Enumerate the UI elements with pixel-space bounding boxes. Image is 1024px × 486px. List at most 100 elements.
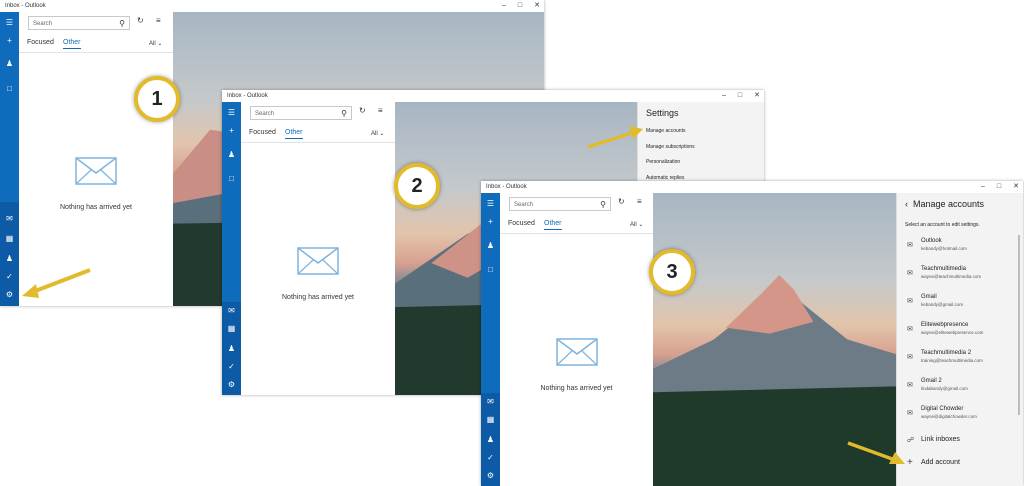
tab-other[interactable]: Other [285, 129, 303, 139]
search-icon[interactable]: ⚲ [119, 17, 125, 31]
account-item[interactable]: ✉ Teachmultimedia 2 training@teachmultimed… [907, 350, 1007, 374]
new-mail-icon[interactable]: + [222, 126, 241, 135]
manage-accounts-header: ‹ Manage accounts [905, 199, 984, 209]
account-name: Elitewebpresence [921, 322, 969, 328]
gear-icon[interactable]: ⚙ [222, 380, 241, 389]
tab-other[interactable]: Other [63, 39, 81, 49]
close-button[interactable]: ✕ [754, 90, 760, 102]
divider [500, 233, 653, 234]
account-email: wayne@elitewebpresence.com [921, 330, 984, 335]
link-inboxes-button[interactable]: ☍ Link inboxes [907, 436, 1007, 460]
rail-lower: ✉ ▦ ♟ ✓ ⚙ [481, 393, 500, 486]
rail-lower: ✉ ▦ ♟ ✓ ⚙ [222, 302, 241, 395]
mail-icon: ✉ [907, 270, 913, 277]
accounts-icon[interactable]: ♟ [222, 150, 241, 159]
settings-item-manage-subscriptions[interactable]: Manage subscriptions [646, 144, 695, 150]
mail-icon[interactable]: ✉ [481, 397, 500, 406]
account-name: Gmail [921, 294, 937, 300]
minimize-button[interactable]: – [981, 181, 985, 193]
settings-item-personalization[interactable]: Personalization [646, 159, 680, 165]
filter-icon[interactable]: ≡ [378, 106, 383, 115]
minimize-button[interactable]: – [502, 0, 506, 12]
todo-icon[interactable]: ✓ [481, 453, 500, 462]
mail-icon[interactable]: ✉ [0, 214, 19, 223]
hamburger-icon[interactable]: ☰ [222, 108, 241, 117]
account-item[interactable]: ✉ Gmail 2 lindabandy@gmail.com [907, 378, 1007, 402]
people-icon[interactable]: ♟ [481, 435, 500, 444]
mail-icon: ✉ [907, 326, 913, 333]
search-input[interactable]: Search ⚲ [509, 197, 611, 211]
mail-icon: ✉ [907, 382, 913, 389]
search-placeholder: Search [514, 202, 534, 208]
search-icon[interactable]: ⚲ [341, 107, 347, 121]
tab-focused[interactable]: Focused [508, 220, 535, 227]
account-item[interactable]: ✉ Teachmultimedia wayne@teachmultimedia.co… [907, 266, 1007, 290]
title-bar: Inbox - Outlook [5, 3, 46, 9]
maximize-button[interactable]: □ [738, 90, 742, 102]
rail-lower: ✉ ▦ ♟ ✓ ⚙ [0, 202, 19, 306]
gear-icon[interactable]: ⚙ [0, 290, 19, 299]
title-bar: Inbox - Outlook [227, 93, 268, 99]
settings-item-manage-accounts[interactable]: Manage accounts [646, 128, 685, 134]
all-filter-dropdown[interactable]: All ⌄ [630, 221, 643, 228]
add-account-button[interactable]: + Add account [907, 457, 1007, 483]
filter-icon[interactable]: ≡ [637, 197, 642, 206]
people-icon[interactable]: ♟ [222, 344, 241, 353]
tab-focused[interactable]: Focused [249, 129, 276, 136]
close-button[interactable]: ✕ [534, 0, 540, 12]
account-item[interactable]: ✉ Outlook kebandy@hotmail.com [907, 238, 1007, 262]
folders-icon[interactable]: □ [481, 265, 500, 274]
empty-state-text: Nothing has arrived yet [60, 204, 132, 211]
accounts-icon[interactable]: ♟ [0, 59, 19, 68]
maximize-button[interactable]: □ [997, 181, 1001, 193]
folders-icon[interactable]: □ [222, 174, 241, 183]
minimize-button[interactable]: – [722, 90, 726, 102]
folders-icon[interactable]: □ [0, 84, 19, 93]
scrollbar[interactable] [1018, 235, 1020, 415]
sync-icon[interactable]: ↻ [137, 16, 144, 25]
back-chevron-icon[interactable]: ‹ [905, 199, 908, 209]
sync-icon[interactable]: ↻ [618, 197, 625, 206]
account-item[interactable]: ✉ Elitewebpresence wayne@elitewebpresence.… [907, 322, 1007, 346]
todo-icon[interactable]: ✓ [0, 272, 19, 281]
hamburger-icon[interactable]: ☰ [481, 199, 500, 208]
tab-other[interactable]: Other [544, 220, 562, 230]
search-placeholder: Search [255, 111, 275, 117]
step-badge-3: 3 [649, 249, 695, 295]
all-filter-label: All [149, 41, 156, 47]
divider [241, 142, 395, 143]
maximize-button[interactable]: □ [518, 0, 522, 12]
calendar-icon[interactable]: ▦ [0, 234, 19, 243]
account-item[interactable]: ✉ Digital Chowder wayne@digitalchowder.com [907, 406, 1007, 430]
tab-focused[interactable]: Focused [27, 39, 54, 46]
mail-icon: ✉ [907, 242, 913, 249]
search-input[interactable]: Search ⚲ [28, 16, 130, 30]
search-input[interactable]: Search ⚲ [250, 106, 352, 120]
all-filter-dropdown[interactable]: All ⌄ [149, 40, 162, 47]
account-name: Outlook [921, 238, 942, 244]
new-mail-icon[interactable]: + [481, 217, 500, 226]
mail-icon: ✉ [907, 410, 913, 417]
todo-icon[interactable]: ✓ [222, 362, 241, 371]
step-badge-2: 2 [394, 163, 440, 209]
empty-state-text: Nothing has arrived yet [540, 385, 613, 392]
hamburger-icon[interactable]: ☰ [0, 18, 19, 27]
sync-icon[interactable]: ↻ [359, 106, 366, 115]
calendar-icon[interactable]: ▦ [222, 324, 241, 333]
account-item[interactable]: ✉ Gmail kebandy@gmail.com [907, 294, 1007, 318]
all-filter-dropdown[interactable]: All ⌄ [371, 130, 384, 137]
title-bar: Inbox - Outlook [486, 184, 527, 190]
account-email: kebandy@gmail.com [921, 302, 964, 307]
calendar-icon[interactable]: ▦ [481, 415, 500, 424]
gear-icon[interactable]: ⚙ [481, 471, 500, 480]
window-controls: – □ ✕ [722, 90, 760, 102]
message-list: Search ⚲ ↻ ≡ Focused Other All ⌄ Nothing… [500, 193, 653, 486]
search-icon[interactable]: ⚲ [600, 198, 606, 212]
accounts-icon[interactable]: ♟ [481, 241, 500, 250]
close-button[interactable]: ✕ [1013, 181, 1019, 193]
mail-icon[interactable]: ✉ [222, 306, 241, 315]
new-mail-icon[interactable]: + [0, 36, 19, 45]
people-icon[interactable]: ♟ [0, 254, 19, 263]
filter-icon[interactable]: ≡ [156, 16, 161, 25]
arrow-to-manage-accounts [587, 126, 643, 149]
